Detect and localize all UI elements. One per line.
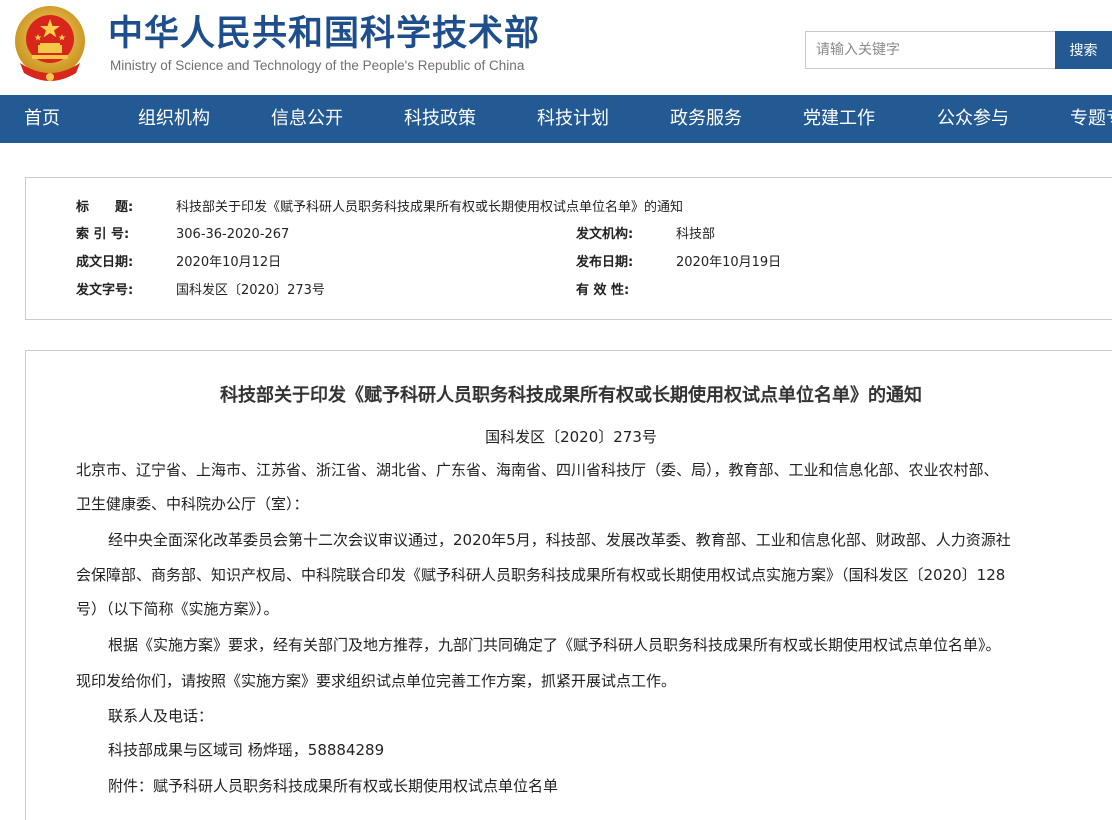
meta-title-label: 标 题: (76, 200, 134, 215)
meta-docno-value: 国科发区〔2020〕273号 (176, 283, 325, 298)
site-title[interactable]: 中华人民共和国科学技术部 (108, 14, 540, 54)
contact-heading: 联系人及电话： (108, 707, 214, 725)
nav-item-organization[interactable]: 组织机构 (138, 95, 210, 143)
document-meta-box: 标 题: 科技部关于印发《赋予科研人员职务科技成果所有权或长期使用权试点单位名单… (25, 177, 1112, 320)
national-emblem-icon[interactable] (10, 3, 90, 87)
meta-docno-label: 发文字号: (76, 283, 134, 298)
meta-published-value: 2020年10月19日 (676, 255, 782, 270)
search-input[interactable] (805, 31, 1056, 69)
nav-item-services[interactable]: 政务服务 (670, 95, 742, 143)
meta-created-value: 2020年10月12日 (176, 255, 282, 270)
site-subtitle: Ministry of Science and Technology of th… (110, 58, 525, 73)
article-content: 科技部关于印发《赋予科研人员职务科技成果所有权或长期使用权试点单位名单》的通知 … (25, 350, 1112, 820)
article-paragraph-line: 经中央全面深化改革委员会第十二次会议审议通过，2020年5月，科技部、发展改革委… (108, 531, 1011, 549)
attachment-link[interactable]: 附件：赋予科研人员职务科技成果所有权或长期使用权试点单位名单 (108, 776, 558, 796)
article-paragraph-line: 号）（以下简称《实施方案》）。 (76, 600, 279, 618)
nav-item-info-disclosure[interactable]: 信息公开 (271, 95, 343, 143)
article-paragraph-line: 北京市、辽宁省、上海市、江苏省、浙江省、湖北省、广东省、海南省、四川省科技厅（委… (76, 461, 999, 479)
article-paragraph-line: 卫生健康委、中科院办公厅（室）： (76, 495, 309, 513)
article-title: 科技部关于印发《赋予科研人员职务科技成果所有权或长期使用权试点单位名单》的通知 (220, 385, 922, 406)
contact-info: 科技部成果与区域司 杨烨瑶，58884289 (108, 741, 385, 759)
meta-published-label: 发布日期: (576, 255, 634, 270)
article-doc-number: 国科发区〔2020〕273号 (485, 428, 657, 446)
nav-item-party[interactable]: 党建工作 (803, 95, 875, 143)
article-paragraph-line: 会保障部、商务部、知识产权局、中科院联合印发《赋予科研人员职务科技成果所有权或长… (76, 566, 1006, 584)
search-button[interactable]: 搜索 (1055, 31, 1112, 69)
nav-item-public[interactable]: 公众参与 (937, 95, 1009, 143)
article-paragraph-line: 根据《实施方案》要求，经有关部门及地方推荐，九部门共同确定了《赋予科研人员职务科… (108, 636, 1001, 654)
meta-validity-label: 有 效 性: (576, 283, 630, 298)
site-header: 中华人民共和国科学技术部 Ministry of Science and Tec… (0, 0, 1112, 95)
nav-item-home[interactable]: 首页 (24, 95, 60, 143)
meta-title-value: 科技部关于印发《赋予科研人员职务科技成果所有权或长期使用权试点单位名单》的通知 (176, 200, 684, 215)
main-nav: 首页 组织机构 信息公开 科技政策 科技计划 政务服务 党建工作 公众参与 专题… (0, 95, 1112, 143)
meta-index-label: 索 引 号: (76, 227, 130, 242)
meta-index-value: 306-36-2020-267 (176, 227, 290, 242)
nav-item-policy[interactable]: 科技政策 (404, 95, 476, 143)
meta-issuer-label: 发文机构: (576, 227, 634, 242)
article-paragraph-line: 现印发给你们，请按照《实施方案》要求组织试点单位完善工作方案，抓紧开展试点工作。 (76, 672, 677, 690)
nav-item-special[interactable]: 专题专栏 (1070, 95, 1112, 143)
meta-created-label: 成文日期: (76, 255, 134, 270)
meta-issuer-value: 科技部 (676, 227, 716, 242)
nav-item-programs[interactable]: 科技计划 (537, 95, 609, 143)
